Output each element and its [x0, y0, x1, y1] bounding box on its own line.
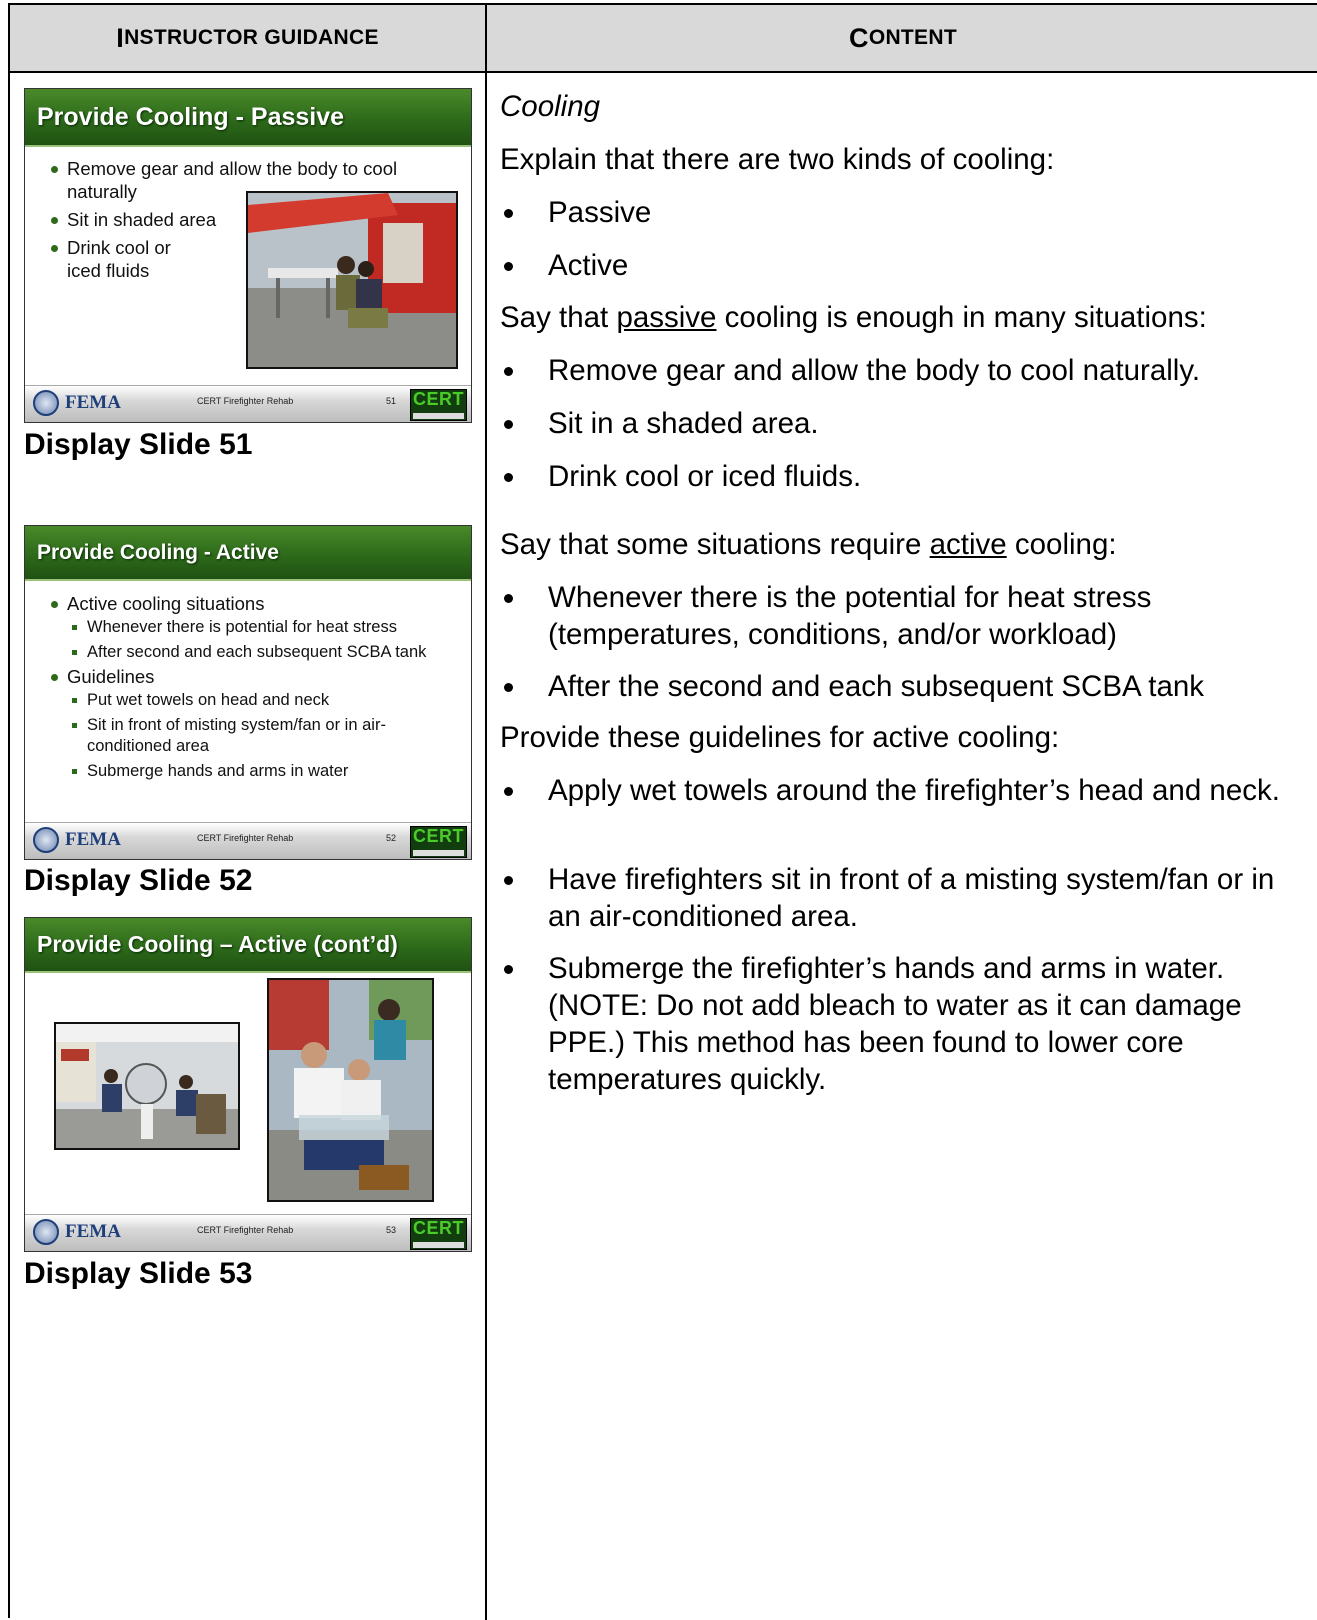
- bullet-icon: [504, 683, 513, 692]
- display-slide-label: Display Slide 53: [24, 1257, 253, 1290]
- slide-footer: FEMA CERT Firefighter Rehab 53 CERT: [25, 1214, 471, 1251]
- slide-footer: FEMA CERT Firefighter Rehab 51 CERT: [25, 385, 471, 422]
- display-slide-label: Display Slide 52: [24, 864, 253, 897]
- bullet-icon: [504, 262, 513, 271]
- section-heading: Cooling: [500, 90, 601, 123]
- bullet-icon: [504, 473, 513, 482]
- footer-course-title: CERT Firefighter Rehab: [197, 396, 294, 406]
- table-header: I NSTRUCTOR GUIDANCE C ONTENT: [10, 5, 1317, 73]
- slide-title: Provide Cooling – Active (cont’d): [25, 918, 471, 973]
- bullet-icon: [504, 876, 513, 885]
- slide-subbullet: After second and each subsequent SCBA ta…: [49, 642, 426, 663]
- firefighters-resting-photo: [246, 191, 458, 369]
- bullet-icon: [504, 367, 513, 376]
- cert-logo: CERT: [410, 826, 467, 858]
- cert-logo: CERT: [410, 389, 467, 421]
- header-content: C ONTENT: [849, 22, 957, 53]
- arm-immersion-photo: [267, 978, 434, 1202]
- display-slide-label: Display Slide 51: [24, 428, 253, 461]
- bullet-icon: [504, 420, 513, 429]
- passive-intro: Say that passive cooling is enough in ma…: [500, 301, 1207, 334]
- active-intro: Say that some situations require active …: [500, 528, 1117, 561]
- slide-bullets: Active cooling situations Whenever there…: [49, 592, 426, 782]
- slide-bullet: Remove gear and allow the body to cool: [49, 157, 397, 180]
- slide-subbullet: Put wet towels on head and neck: [49, 690, 426, 711]
- footer-slide-number: 53: [386, 1225, 397, 1235]
- slide-bullet: Guidelines: [49, 665, 426, 688]
- intro-text: Explain that there are two kinds of cool…: [500, 143, 1055, 176]
- slide-subbullet: Whenever there is potential for heat str…: [49, 617, 426, 638]
- footer-slide-number: 52: [386, 833, 397, 843]
- cert-logo: CERT: [410, 1218, 467, 1250]
- slide-thumbnail-51: Provide Cooling - Passive Remove gear an…: [24, 88, 472, 423]
- photo-illustration: [56, 1024, 238, 1148]
- fema-logo: FEMA: [33, 390, 121, 416]
- slide-title: Provide Cooling - Passive: [25, 89, 471, 147]
- slide-subbullet: Sit in front of misting system/fan or in…: [49, 715, 426, 736]
- misting-fan-photo: [54, 1022, 240, 1150]
- photo-illustration: [248, 193, 456, 367]
- bullet-icon: [504, 594, 513, 603]
- bullet-icon: [504, 787, 513, 796]
- slide-thumbnail-53: Provide Cooling – Active (cont’d) FEMA C…: [24, 917, 472, 1252]
- lesson-table: I NSTRUCTOR GUIDANCE C ONTENT Provide Cool…: [8, 3, 1317, 1620]
- bullet-icon: [504, 965, 513, 974]
- fema-logo: FEMA: [33, 827, 121, 853]
- slide-subbullet-cont: conditioned area: [87, 737, 210, 755]
- slide-subbullet: Submerge hands and arms in water: [49, 761, 426, 782]
- footer-course-title: CERT Firefighter Rehab: [197, 833, 294, 843]
- fema-logo: FEMA: [33, 1219, 121, 1245]
- slide-bullet: Active cooling situations: [49, 592, 426, 615]
- photo-illustration: [269, 980, 432, 1200]
- dhs-seal-icon: [33, 827, 59, 853]
- footer-course-title: CERT Firefighter Rehab: [197, 1225, 294, 1235]
- slide-thumbnail-52: Provide Cooling - Active Active cooling …: [24, 525, 472, 860]
- dhs-seal-icon: [33, 1219, 59, 1245]
- guidelines-intro: Provide these guidelines for active cool…: [500, 721, 1060, 754]
- dhs-seal-icon: [33, 390, 59, 416]
- header-instructor-guidance: I NSTRUCTOR GUIDANCE: [116, 22, 379, 53]
- column-divider: [485, 5, 487, 1620]
- slide-footer: FEMA CERT Firefighter Rehab 52 CERT: [25, 822, 471, 859]
- bullet-icon: [504, 209, 513, 218]
- slide-title: Provide Cooling - Active: [25, 526, 471, 581]
- footer-slide-number: 51: [386, 396, 397, 406]
